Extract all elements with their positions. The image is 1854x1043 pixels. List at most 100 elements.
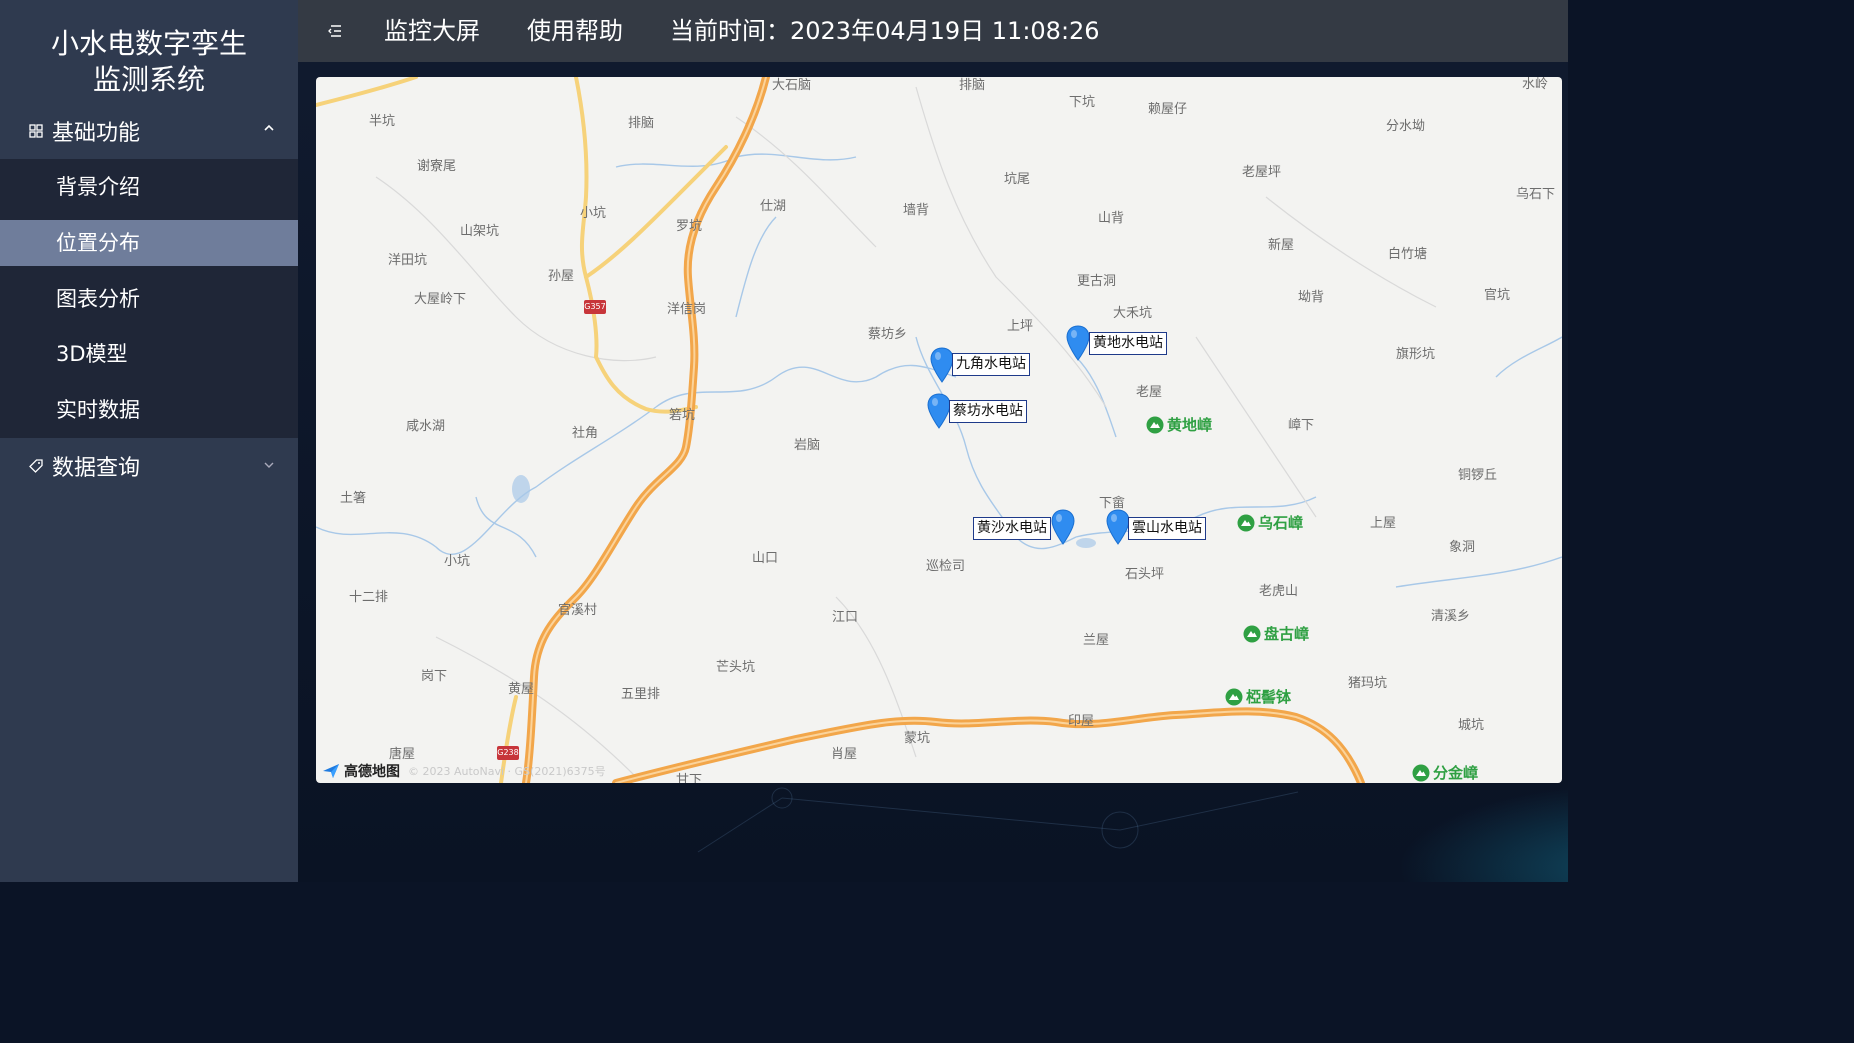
place-label: 印屋 — [1068, 714, 1095, 729]
place-label: 象洞 — [1449, 540, 1476, 555]
map-marker-icon[interactable] — [1066, 325, 1090, 361]
place-label: 清溪乡 — [1431, 609, 1471, 624]
place-label: 肖屋 — [831, 747, 858, 762]
sidebar-group-label: 数据查询 — [52, 456, 141, 481]
sidebar-item-background[interactable]: 背景介绍 — [0, 164, 298, 210]
place-label: 黄屋 — [508, 682, 535, 697]
place-label: 山口 — [752, 551, 779, 566]
place-label: 大禾坑 — [1113, 306, 1153, 321]
peak-label: 乌石嶂 — [1258, 514, 1304, 532]
sidebar-item-realtime[interactable]: 实时数据 — [0, 387, 298, 433]
place-label: 兰屋 — [1083, 633, 1110, 648]
nav-help[interactable]: 使用帮助 — [527, 0, 623, 62]
sidebar-item-charts[interactable]: 图表分析 — [0, 276, 298, 322]
map-attribution[interactable]: 高德地图 © 2023 AutoNavi · GS(2021)6375号 — [322, 761, 606, 781]
place-label: 江口 — [832, 610, 859, 625]
peak-label: 黄地嶂 — [1167, 416, 1213, 434]
map-view[interactable]: G357 G238 大石脑 排脑 下坑 赖屋仔 分水坳 水岭 半坑 排脑 谢寮尾… — [316, 77, 1562, 783]
map-marker-icon[interactable] — [1051, 509, 1075, 545]
sidebar-group-basic[interactable]: 基础功能 — [0, 105, 298, 157]
station-label[interactable]: 九角水电站 — [952, 353, 1030, 376]
station-label[interactable]: 黄沙水电站 — [973, 517, 1051, 540]
peak-poi[interactable]: 分金嶂 — [1412, 762, 1478, 783]
place-label: 官坑 — [1484, 288, 1511, 303]
peak-label: 分金嶂 — [1433, 764, 1479, 782]
nav-dashboard[interactable]: 监控大屏 — [384, 0, 480, 62]
place-label: 半坑 — [369, 114, 396, 129]
place-label: 大屋岭下 — [414, 292, 467, 307]
place-label: 铜锣丘 — [1458, 468, 1498, 483]
map-marker-icon[interactable] — [930, 347, 954, 383]
place-label: 罗坑 — [676, 219, 703, 234]
place-label: 五里排 — [621, 687, 661, 702]
peak-label: 椏髻钵 — [1246, 688, 1292, 706]
peak-poi[interactable]: 盘古嶂 — [1243, 623, 1309, 644]
app-title: 小水电数字孪生 监测系统 — [0, 26, 298, 98]
place-label: 上屋 — [1370, 516, 1397, 531]
place-label: 嶂下 — [1288, 418, 1315, 433]
place-label: 老屋坪 — [1242, 165, 1282, 180]
map-marker-icon[interactable] — [1106, 509, 1130, 545]
sidebar-item-label: 实时数据 — [56, 398, 140, 422]
place-label: 新屋 — [1268, 238, 1295, 253]
place-label: 排脑 — [628, 116, 655, 131]
mountain-icon — [1237, 514, 1255, 531]
station-label[interactable]: 黄地水电站 — [1089, 332, 1167, 355]
peak-poi[interactable]: 乌石嶂 — [1237, 512, 1303, 533]
place-label: 石头坪 — [1125, 567, 1165, 582]
place-label: 洋田坑 — [388, 253, 428, 268]
place-label: 小坑 — [580, 206, 607, 221]
place-label: 旗形坑 — [1396, 347, 1436, 362]
place-label: 墙背 — [903, 203, 930, 218]
map-marker-icon[interactable] — [927, 393, 951, 429]
place-label: 老屋 — [1136, 385, 1163, 400]
place-label: 社角 — [572, 426, 599, 441]
place-label: 箬坑 — [669, 408, 696, 423]
place-label: 猪玛坑 — [1348, 676, 1388, 691]
place-label: 上坪 — [1007, 319, 1034, 334]
place-label: 山背 — [1098, 211, 1125, 226]
place-label: 山架坑 — [460, 224, 500, 239]
place-label: 大石脑 — [772, 78, 812, 93]
mountain-icon — [1412, 764, 1430, 781]
sidebar-item-3d-model[interactable]: 3D模型 — [0, 331, 298, 377]
current-time-label: 当前时间： — [670, 17, 790, 45]
place-label: 唐屋 — [389, 747, 416, 762]
sidebar-item-label: 背景介绍 — [56, 175, 140, 199]
chevron-down-icon — [264, 462, 274, 468]
menu-fold-icon[interactable] — [326, 22, 344, 40]
sidebar-item-label: 图表分析 — [56, 287, 140, 311]
place-label: 蒙坑 — [904, 731, 931, 746]
place-label: 白竹塘 — [1388, 247, 1428, 262]
mountain-icon — [1146, 416, 1164, 433]
sidebar-group-label: 基础功能 — [52, 121, 141, 146]
place-label: 芒头坑 — [716, 660, 756, 675]
station-label[interactable]: 蔡坊水电站 — [949, 400, 1027, 423]
place-label: 坳背 — [1298, 290, 1325, 305]
mountain-icon — [1225, 688, 1243, 705]
sidebar-group-query[interactable]: 数据查询 — [0, 440, 298, 492]
current-time-value: 2023年04月19日 11:08:26 — [790, 17, 1100, 45]
place-label: 土箸 — [340, 491, 367, 506]
sidebar: 小水电数字孪生 监测系统 基础功能 背景介绍 位置分布 图表分析 3D模型 实时… — [0, 0, 298, 882]
current-time: 当前时间：2023年04月19日 11:08:26 — [670, 0, 1100, 62]
place-label: 巡检司 — [926, 559, 966, 574]
app-title-line2: 监测系统 — [92, 63, 205, 96]
place-label: 更古洞 — [1077, 274, 1117, 289]
place-label: 官溪村 — [558, 603, 598, 618]
place-label: 仕湖 — [760, 199, 787, 214]
sidebar-item-label: 3D模型 — [56, 342, 128, 366]
mountain-icon — [1243, 625, 1261, 642]
place-label: 蔡坊乡 — [868, 327, 908, 342]
peak-poi[interactable]: 黄地嶂 — [1146, 414, 1212, 435]
place-label: 下坑 — [1069, 95, 1096, 110]
place-label: 排脑 — [959, 78, 986, 93]
road-shield: G238 — [497, 746, 519, 760]
peak-poi[interactable]: 椏髻钵 — [1225, 686, 1291, 707]
sidebar-item-location[interactable]: 位置分布 — [0, 220, 298, 266]
station-label[interactable]: 雲山水电站 — [1128, 517, 1206, 540]
place-label: 城坑 — [1458, 718, 1485, 733]
place-label: 水岭 — [1522, 77, 1549, 92]
place-label: 咸水湖 — [406, 419, 446, 434]
place-label: 十二排 — [349, 590, 389, 605]
